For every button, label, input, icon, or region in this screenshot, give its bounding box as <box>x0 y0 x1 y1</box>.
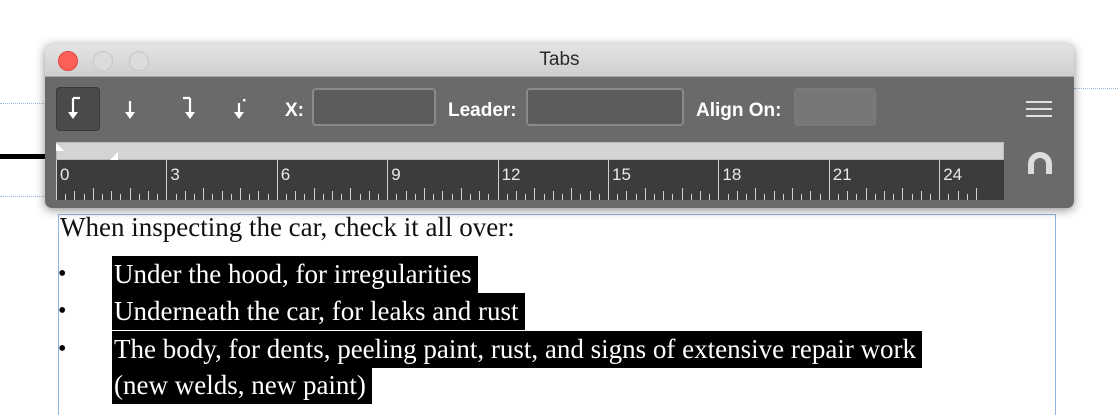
x-position-field[interactable] <box>312 88 436 126</box>
guide-line-bottom <box>0 196 50 197</box>
ruler-label: 21 <box>833 165 852 184</box>
bullet-marker: • <box>58 261 67 287</box>
left-indent-marker[interactable] <box>110 152 120 160</box>
leader-label: Leader: <box>448 100 517 121</box>
ruler-label: 6 <box>281 165 290 184</box>
guide-line-top <box>0 103 50 104</box>
left-justified-tab-button[interactable] <box>56 87 100 131</box>
tab-stop-strip[interactable] <box>56 142 1004 160</box>
list-item-text[interactable]: The body, for dents, peeling paint, rust… <box>112 331 923 368</box>
panel-menu-icon[interactable] <box>1026 101 1052 119</box>
align-to-decimal-tab-icon <box>234 99 246 119</box>
list-item-text[interactable]: Underneath the car, for leaks and rust <box>112 293 525 330</box>
leader-field[interactable] <box>526 88 684 126</box>
list-item-text[interactable]: Under the hood, for irregularities <box>112 256 478 293</box>
tabs-panel: Tabs X: Leader: Align On: 0 3 6 9 12 15 … <box>45 44 1074 208</box>
list-item-text[interactable]: (new welds, new paint) <box>112 367 372 404</box>
guide-line-right <box>1074 88 1118 89</box>
left-justified-tab-icon <box>68 96 80 119</box>
align-to-decimal-tab-button[interactable] <box>218 87 262 131</box>
align-on-label: Align On: <box>696 100 782 121</box>
intro-paragraph[interactable]: When inspecting the car, check it all ov… <box>60 208 515 246</box>
bullet-marker: • <box>58 298 67 324</box>
tab-ruler[interactable]: 0 3 6 9 12 15 18 21 24 <box>56 160 1004 200</box>
panel-title: Tabs <box>539 49 580 70</box>
align-on-field[interactable] <box>794 88 876 126</box>
ruler-label: 9 <box>391 165 400 184</box>
x-label: X: <box>285 100 304 121</box>
right-justified-tab-button[interactable] <box>164 87 208 131</box>
ruler-label: 3 <box>170 165 179 184</box>
magnet-icon[interactable] <box>1027 152 1053 181</box>
first-line-indent-marker[interactable] <box>56 143 66 151</box>
bullet-marker: • <box>58 336 67 362</box>
center-justified-tab-button[interactable] <box>108 87 152 131</box>
ruler-label: 18 <box>722 165 741 184</box>
ruler-label: 12 <box>502 165 521 184</box>
center-justified-tab-icon <box>125 101 135 119</box>
right-justified-tab-icon <box>183 96 195 119</box>
frame-edge-line <box>0 154 48 159</box>
title-bar[interactable]: Tabs <box>45 44 1074 77</box>
ruler-label: 15 <box>612 165 631 184</box>
ruler-label: 0 <box>60 165 69 184</box>
ruler-label: 24 <box>943 165 962 184</box>
